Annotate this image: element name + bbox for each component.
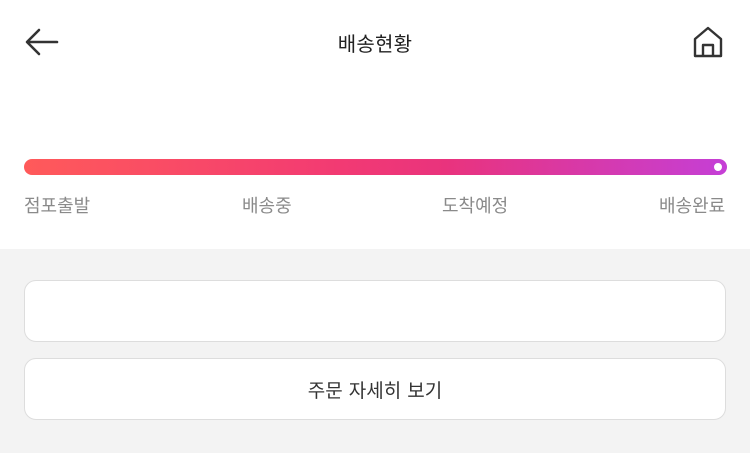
home-icon (693, 26, 723, 58)
delivery-status-page: 배송현황 점포출발 배송중 도착예정 배송완료 주문 자세히 보기 (0, 0, 750, 453)
home-button[interactable] (690, 24, 726, 60)
step-label-in-transit: 배송중 (242, 196, 292, 217)
header: 배송현황 (0, 0, 750, 86)
step-label-arriving: 도착예정 (442, 196, 509, 217)
step-label-delivered: 배송완료 (659, 196, 726, 217)
delivery-progress-bar (24, 159, 727, 175)
order-info-card (24, 280, 726, 342)
status-panel: 배송현황 점포출발 배송중 도착예정 배송완료 (0, 0, 750, 249)
view-order-detail-label: 주문 자세히 보기 (307, 379, 443, 402)
view-order-detail-button[interactable]: 주문 자세히 보기 (24, 358, 726, 420)
step-label-departed: 점포출발 (24, 196, 91, 217)
page-title: 배송현황 (337, 32, 413, 56)
progress-indicator-dot (712, 161, 724, 173)
